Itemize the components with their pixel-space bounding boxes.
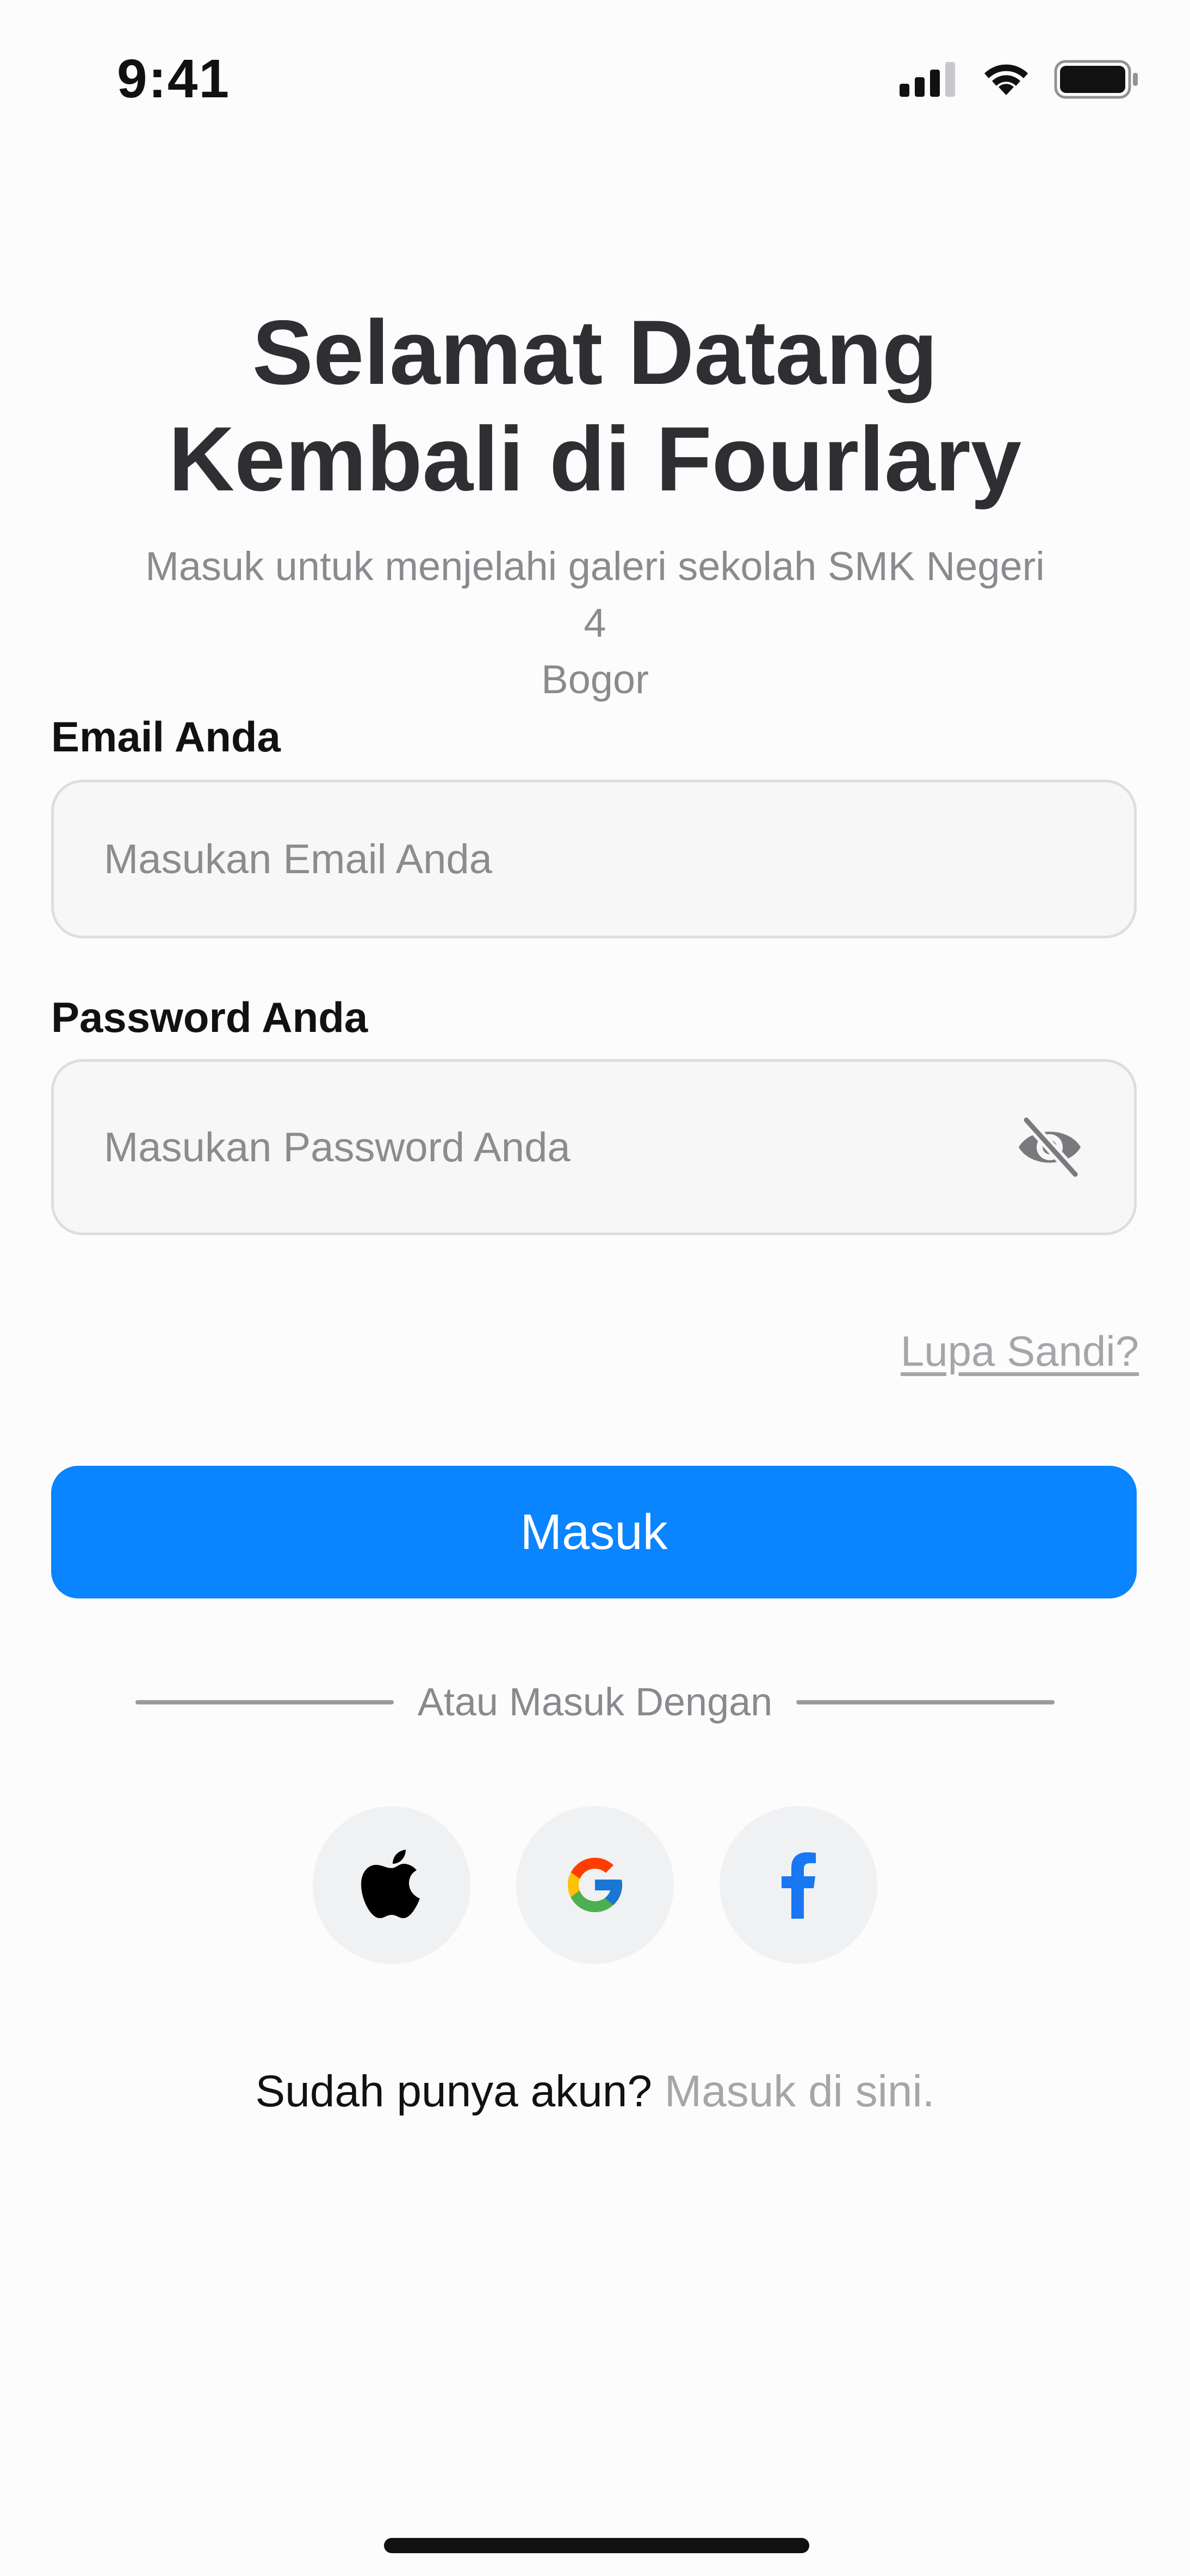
cellular-signal-icon xyxy=(900,62,955,97)
home-indicator xyxy=(384,2538,809,2553)
wifi-icon xyxy=(984,64,1028,95)
divider-line-left xyxy=(135,1700,394,1704)
signup-prompt-text: Sudah punya akun? xyxy=(255,2067,652,2116)
social-login-buttons xyxy=(0,1806,1190,1964)
email-label: Email Anda xyxy=(51,713,281,761)
email-field[interactable] xyxy=(103,835,1085,883)
page-subtitle-line2: Bogor xyxy=(541,657,649,702)
facebook-login-button[interactable] xyxy=(720,1806,877,1964)
forgot-password-link[interactable]: Lupa Sandi? xyxy=(901,1327,1139,1376)
page-title: Selamat Datang Kembali di Fourlary xyxy=(0,299,1190,512)
google-icon xyxy=(568,1858,622,1912)
signup-prompt: Sudah punya akun? Masuk di sini. xyxy=(0,2066,1190,2117)
page-subtitle: Masuk untuk menjelahi galeri sekolah SMK… xyxy=(141,538,1049,708)
login-button[interactable]: Masuk xyxy=(51,1466,1137,1598)
login-screen: 9:41 Selamat Datang Kembali di Fourlary … xyxy=(0,0,1190,2576)
divider-line-right xyxy=(796,1700,1055,1704)
apple-login-button[interactable] xyxy=(313,1806,470,1964)
status-time: 9:41 xyxy=(117,48,231,109)
password-field[interactable] xyxy=(103,1123,1085,1172)
apple-icon xyxy=(361,1850,420,1918)
page-title-line1: Selamat Datang xyxy=(252,301,938,403)
password-field-container xyxy=(51,1059,1137,1235)
battery-icon xyxy=(1054,60,1138,99)
google-login-button[interactable] xyxy=(516,1806,674,1964)
password-label: Password Anda xyxy=(51,993,368,1041)
social-divider: Atau Masuk Dengan xyxy=(0,1680,1190,1725)
divider-text: Atau Masuk Dengan xyxy=(417,1681,773,1724)
page-title-line2: Kembali di Fourlary xyxy=(168,408,1022,510)
email-field-container xyxy=(51,780,1137,938)
status-icons xyxy=(900,60,1139,99)
facebook-icon xyxy=(782,1852,816,1919)
eye-off-icon[interactable] xyxy=(1014,1115,1085,1180)
signin-here-link[interactable]: Masuk di sini. xyxy=(665,2067,935,2116)
page-subtitle-line1: Masuk untuk menjelahi galeri sekolah SMK… xyxy=(145,544,1045,645)
